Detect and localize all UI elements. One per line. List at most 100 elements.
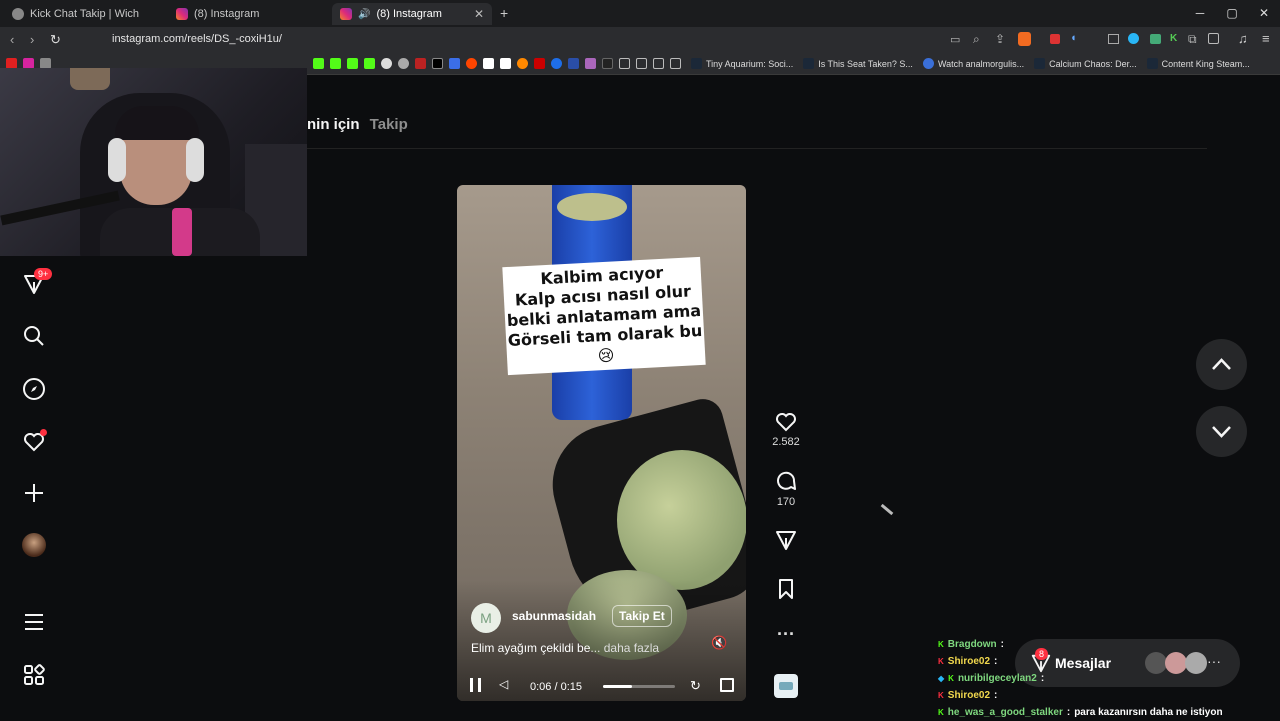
chevron-down-icon xyxy=(1212,426,1231,438)
avatar-sticker xyxy=(70,68,110,90)
explore-compass-icon[interactable] xyxy=(22,377,46,401)
pause-icon[interactable] xyxy=(470,678,481,692)
forward-button[interactable]: › xyxy=(30,32,34,47)
share-icon[interactable]: ⇪ xyxy=(995,32,1005,46)
bookmark-analmorgulis[interactable]: Watch analmorgulis... xyxy=(922,58,1024,69)
share-button[interactable] xyxy=(770,528,802,555)
extensions-puzzle-icon[interactable]: ⧉ xyxy=(1188,32,1197,47)
address-bar[interactable]: instagram.com/reels/DS_-coxiH1u/ xyxy=(112,33,282,45)
kick-extension-icon[interactable]: K xyxy=(1170,33,1177,44)
bookmark-content-king[interactable]: Content King Steam... xyxy=(1146,58,1250,69)
folder-icon[interactable] xyxy=(619,58,630,69)
save-button[interactable] xyxy=(770,577,802,604)
x-icon[interactable] xyxy=(432,58,443,69)
volume-icon[interactable]: ◁ xyxy=(499,677,508,691)
next-reel-button[interactable] xyxy=(1196,406,1247,457)
extension-icon[interactable] xyxy=(1150,34,1161,44)
creator-avatar[interactable]: M xyxy=(471,603,501,633)
extension-icon[interactable] xyxy=(1128,33,1139,44)
tab-title: (8) Instagram xyxy=(376,8,442,20)
folder-icon[interactable] xyxy=(636,58,647,69)
bookmark-icon[interactable] xyxy=(483,58,494,69)
folder-icon[interactable] xyxy=(670,58,681,69)
cast-icon[interactable]: ▭ xyxy=(950,33,960,46)
close-tab-icon[interactable]: ✕ xyxy=(474,7,484,21)
extension-icon[interactable] xyxy=(1050,34,1060,44)
zoom-icon[interactable]: ⌕ xyxy=(973,32,980,47)
video-progress-track[interactable] xyxy=(603,685,675,688)
folder-icon[interactable] xyxy=(653,58,664,69)
audio-thumbnail-art xyxy=(779,682,793,690)
bookmark-tiny-aquarium[interactable]: Tiny Aquarium: Soci... xyxy=(691,58,793,69)
bookmark-seat-taken[interactable]: Is This Seat Taken? S... xyxy=(803,58,913,69)
reload-button[interactable]: ↻ xyxy=(50,32,61,48)
bookmark-icon[interactable] xyxy=(568,58,579,69)
headphones-icon xyxy=(186,138,204,182)
minimize-button[interactable]: ─ xyxy=(1184,0,1216,27)
back-button[interactable]: ‹ xyxy=(10,32,14,47)
kick-icon[interactable] xyxy=(313,58,324,69)
more-link[interactable]: ... daha fazla xyxy=(590,641,659,655)
bookmark-icon xyxy=(779,579,793,599)
bookmark-icon[interactable] xyxy=(398,58,409,69)
amazon-icon[interactable] xyxy=(500,58,511,69)
badge-icon: ◆ xyxy=(938,674,945,683)
bookmark-icon[interactable] xyxy=(534,58,545,69)
tab-following[interactable]: Takip xyxy=(370,116,408,133)
mute-icon[interactable]: 🔇 xyxy=(711,635,727,651)
brave-shield-icon[interactable] xyxy=(1018,32,1031,46)
kick-icon: K xyxy=(948,674,954,683)
media-icon[interactable]: ♫ xyxy=(1238,31,1248,46)
bookmark-icon[interactable] xyxy=(449,58,460,69)
instagram-icon xyxy=(340,8,352,20)
bookmark-icon[interactable] xyxy=(415,58,426,69)
like-button[interactable]: 2.582 xyxy=(770,409,802,448)
extension-icon[interactable] xyxy=(1108,34,1119,44)
heart-icon xyxy=(776,413,796,432)
headphones-icon xyxy=(108,138,126,182)
kick-icon: K xyxy=(938,708,944,717)
kick-icon[interactable] xyxy=(347,58,358,69)
previous-reel-button[interactable] xyxy=(1196,339,1247,390)
chat-message: K Shiroe02: xyxy=(938,653,1223,670)
chat-message: K Shiroe02: xyxy=(938,687,1223,704)
kick-icon: K xyxy=(938,640,944,649)
messages-nav-icon[interactable]: 9+ xyxy=(22,268,53,296)
tab-kick-chat[interactable]: Kick Chat Takip | Wich xyxy=(4,3,166,25)
comment-count: 170 xyxy=(776,496,796,508)
speaker-icon: 🔊 xyxy=(358,8,371,20)
reddit-icon[interactable] xyxy=(466,58,477,69)
menu-icon[interactable]: ≡ xyxy=(1262,31,1270,46)
webcam-overlay xyxy=(0,68,307,256)
creator-username[interactable]: sabunmasidah xyxy=(512,609,596,623)
comment-button[interactable]: 170 xyxy=(770,469,802,508)
more-options-icon[interactable]: ··· xyxy=(770,624,802,645)
bookmark-icon[interactable] xyxy=(585,58,596,69)
tab-instagram-active[interactable]: 🔊 (8) Instagram ✕ xyxy=(332,3,492,25)
bookmark-icon[interactable] xyxy=(602,58,613,69)
follow-button[interactable]: Takip Et xyxy=(612,605,672,627)
bookmark-icon[interactable] xyxy=(551,58,562,69)
tab-for-you[interactable]: nin için xyxy=(307,116,360,133)
replay-icon[interactable]: ↻ xyxy=(690,678,701,694)
bookmark-icon[interactable] xyxy=(517,58,528,69)
more-menu-icon[interactable] xyxy=(22,610,46,634)
audio-thumbnail[interactable] xyxy=(774,674,798,698)
bookmark-icon[interactable] xyxy=(381,58,392,69)
extension-icon[interactable]: ◖ xyxy=(1070,32,1077,44)
reel-description: Elim ayağım çekildi be... daha fazla xyxy=(471,641,659,655)
search-icon[interactable] xyxy=(22,324,46,348)
new-tab-button[interactable]: + xyxy=(500,5,508,21)
tab-instagram-1[interactable]: (8) Instagram xyxy=(168,3,328,25)
profile-avatar[interactable] xyxy=(22,533,46,557)
fullscreen-icon[interactable] xyxy=(720,678,734,692)
close-window-button[interactable]: ✕ xyxy=(1248,0,1280,27)
sidebar-toggle-icon[interactable] xyxy=(1208,33,1219,44)
apps-grid-icon[interactable] xyxy=(22,663,46,687)
kick-icon[interactable] xyxy=(364,58,375,69)
bookmark-calcium-chaos[interactable]: Calcium Chaos: Der... xyxy=(1034,58,1137,69)
kick-icon[interactable] xyxy=(330,58,341,69)
notifications-heart-icon[interactable] xyxy=(22,429,47,453)
maximize-button[interactable]: ▢ xyxy=(1216,0,1248,27)
create-plus-icon[interactable] xyxy=(22,481,46,505)
